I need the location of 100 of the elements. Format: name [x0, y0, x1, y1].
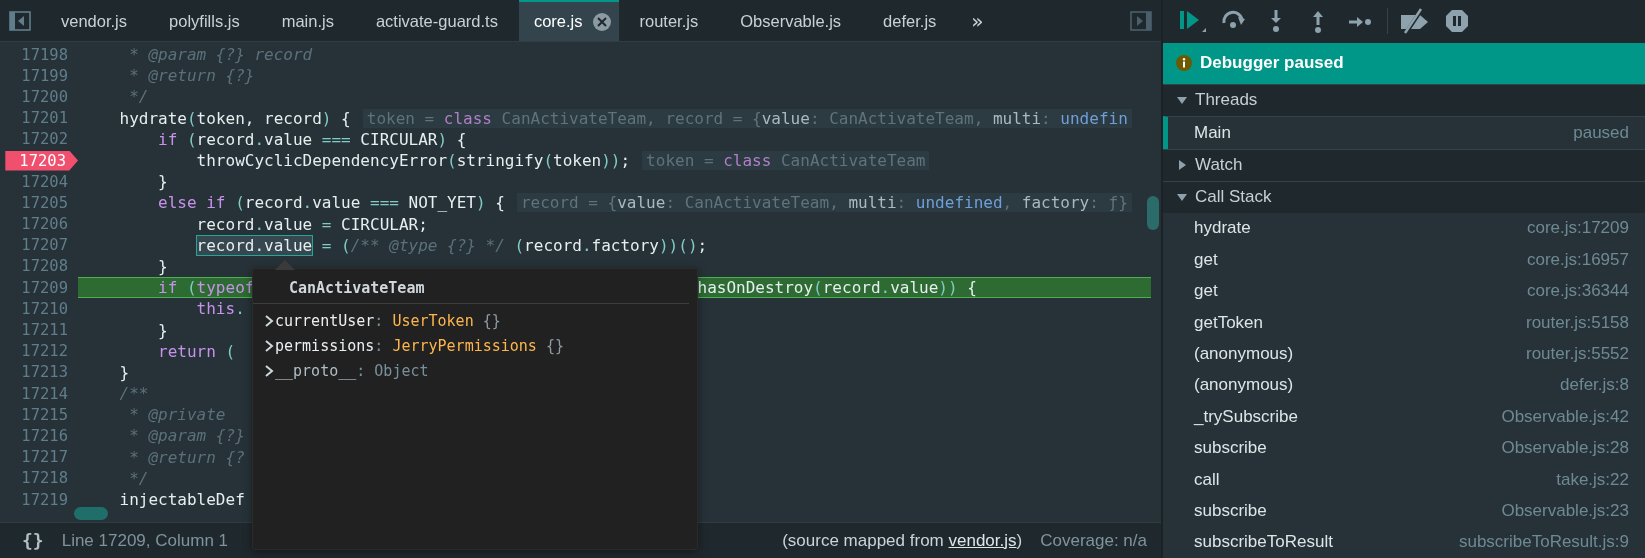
code-line: throwCyclicDependencyError(stringify(token));	[195, 151, 631, 171]
deactivate-breakpoints-icon	[1400, 8, 1430, 35]
banner-text: Debugger paused	[1200, 53, 1344, 74]
line-number[interactable]: 17215	[21, 404, 78, 425]
popover-pointer-icon	[275, 260, 295, 270]
frame-location[interactable]: core.js:36344	[1526, 281, 1629, 302]
chevron-icon[interactable]	[263, 313, 275, 328]
code-line: * @param {?}	[128, 426, 245, 446]
frame-location[interactable]: Observable.js:28	[1501, 438, 1629, 459]
breakpoint-marker[interactable]: 17203	[5, 150, 78, 171]
line-number[interactable]: 17211	[21, 320, 78, 341]
frame-location[interactable]: router.js:5552	[1526, 343, 1629, 364]
code-line: injectableDef	[118, 490, 245, 510]
caret-down-icon	[1177, 192, 1187, 203]
scrollbar-thumb[interactable]	[74, 507, 108, 520]
line-number[interactable]: 17200	[21, 86, 78, 107]
frame-location[interactable]: subscribeToResult.js:9	[1458, 532, 1629, 553]
popover-title: CanActivateTeam	[289, 279, 425, 297]
pause-on-exceptions-icon	[1445, 9, 1469, 34]
code-line: record.value = CIRCULAR;	[195, 214, 428, 234]
code-line: record.value = (/** @type {?} */ (record.factory))();	[195, 235, 708, 255]
frame-name[interactable]: subscribeToResult	[1194, 532, 1333, 553]
inline-value-hint: record = {value: CanActivateTeam, multi: undefined, factory: ƒ}	[516, 193, 1132, 213]
line-number[interactable]: 17207	[21, 235, 78, 256]
object-property[interactable]: currentUser: UserToken {}	[275, 311, 501, 330]
line-number[interactable]: 17216	[21, 425, 78, 446]
frame-name[interactable]: _trySubscribe	[1194, 406, 1298, 427]
sidebar-icon	[1130, 10, 1152, 31]
code-line: }	[157, 256, 168, 276]
file-tab[interactable]: core.js	[518, 0, 619, 41]
scrollbar-thumb[interactable]	[1147, 196, 1159, 230]
frame-location[interactable]: defer.js:8	[1560, 375, 1629, 396]
frame-name[interactable]: subscribe	[1194, 438, 1267, 459]
line-number[interactable]: 17210	[21, 298, 78, 319]
thread-row[interactable]: Main paused	[1163, 115, 1645, 149]
caret-down-icon	[1177, 95, 1187, 106]
pretty-print-button[interactable]: {}	[22, 530, 44, 551]
line-number[interactable]: 17201	[21, 108, 78, 129]
line-number[interactable]: 17208	[21, 256, 78, 277]
frame-location[interactable]: Observable.js:23	[1501, 500, 1629, 521]
line-number[interactable]: 17198	[21, 44, 78, 65]
line-number[interactable]: 17214	[21, 383, 78, 404]
file-tab[interactable]: router.js	[618, 0, 720, 41]
frame-location[interactable]: router.js:5158	[1526, 312, 1629, 333]
frame-location[interactable]: core.js:16957	[1526, 249, 1629, 270]
coverage-text: Coverage: n/a	[1040, 530, 1147, 551]
frame-location[interactable]: take.js:22	[1556, 469, 1629, 490]
source-link[interactable]: vendor.js	[948, 530, 1017, 550]
line-number[interactable]: 17219	[21, 489, 78, 510]
cursor-position: Line 17209, Column 1	[61, 530, 229, 551]
file-tab[interactable]: defer.js	[862, 0, 958, 41]
source-map-text: (source mapped from vendor.js)	[782, 530, 1023, 551]
code-line: else if (record.value === NOT_YET) {	[157, 193, 505, 213]
frame-name[interactable]: subscribe	[1194, 500, 1267, 521]
object-property[interactable]: permissions: JerryPermissions {}	[275, 336, 564, 355]
frame-name[interactable]: (anonymous)	[1194, 375, 1294, 396]
line-number[interactable]: 17212	[21, 341, 78, 362]
close-icon[interactable]	[592, 12, 611, 31]
code-line: * @param {?} record	[128, 45, 313, 65]
file-tab[interactable]: activate-guard.ts	[354, 0, 519, 41]
frame-name[interactable]: call	[1194, 469, 1220, 490]
section-header[interactable]: Threads	[1163, 83, 1645, 116]
line-number[interactable]: 17205	[21, 192, 78, 213]
frame-name[interactable]: get	[1194, 249, 1218, 270]
info-icon	[1176, 55, 1192, 72]
chevron-icon[interactable]	[263, 338, 275, 353]
frame-location[interactable]: Observable.js:42	[1501, 406, 1629, 427]
thread-name: Main	[1194, 122, 1231, 143]
frame-name[interactable]: get	[1194, 281, 1218, 302]
line-number[interactable]: 17206	[21, 214, 78, 235]
file-tab[interactable]: polyfills.js	[148, 0, 261, 41]
code-line: return (	[157, 341, 236, 361]
frame-location[interactable]: core.js:17209	[1526, 218, 1629, 239]
section-header[interactable]: Call Stack	[1163, 180, 1645, 213]
file-tab[interactable]: main.js	[260, 0, 355, 41]
section-header[interactable]: Watch	[1163, 148, 1645, 181]
object-property[interactable]: __proto__: Object	[275, 361, 429, 380]
line-number[interactable]: 17213	[21, 362, 78, 383]
file-tab[interactable]: Observable.js	[719, 0, 863, 41]
code-line: * @return {?}	[128, 66, 255, 86]
deactivate-breakpoints-button[interactable]	[1400, 6, 1430, 37]
line-number[interactable]: 17209	[21, 277, 78, 298]
frame-name[interactable]: hydrate	[1194, 218, 1251, 239]
code-line: }	[157, 320, 168, 340]
code-line: * @return {?	[128, 447, 245, 467]
line-number[interactable]: 17204	[21, 171, 78, 192]
file-tab[interactable]: vendor.js	[40, 0, 149, 41]
line-number[interactable]: 17217	[21, 447, 78, 468]
line-number[interactable]: 17202	[21, 129, 78, 150]
chevron-icon[interactable]	[263, 363, 275, 378]
line-number[interactable]: 17199	[21, 65, 78, 86]
code-line: if (record.value === CIRCULAR) {	[157, 129, 467, 149]
line-number[interactable]: 17218	[21, 468, 78, 489]
caret-right-icon	[1177, 160, 1187, 171]
frame-name[interactable]: getToken	[1194, 312, 1263, 333]
code-line: */	[128, 87, 149, 107]
sidebar-icon	[9, 10, 31, 31]
frame-name[interactable]: (anonymous)	[1194, 343, 1294, 364]
more-tabs-button[interactable]: »	[957, 0, 998, 41]
inline-value-hint: token = class CanActivateTeam, record = {value: CanActivateTeam, multi: undefin	[362, 108, 1132, 128]
